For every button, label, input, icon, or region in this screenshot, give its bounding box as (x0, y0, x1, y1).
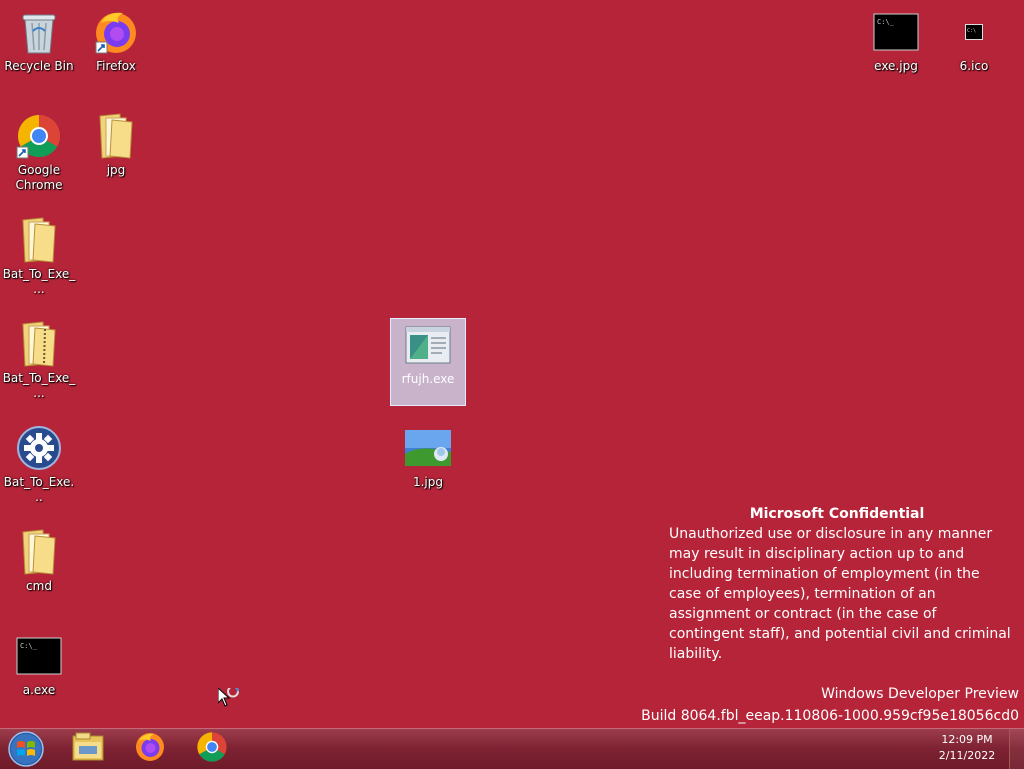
icon-label: exe.jpg (874, 59, 918, 73)
taskbar: 12:09 PM 2/11/2022 (0, 728, 1024, 769)
desktop-icon-exe-jpg[interactable]: C:\_ exe.jpg (858, 6, 934, 94)
zip-folder-icon (15, 320, 63, 368)
icon-label: jpg (106, 163, 126, 177)
watermark-title: Microsoft Confidential (749, 506, 925, 522)
icon-label: Bat_To_Exe_... (2, 371, 76, 400)
taskbar-file-explorer[interactable] (62, 731, 114, 767)
firefox-icon (134, 731, 166, 767)
show-desktop-button[interactable] (1009, 729, 1024, 769)
desktop-icon-bat-to-exe-zip[interactable]: Bat_To_Exe_... (1, 318, 77, 406)
icon-label: Bat_To_Exe_... (2, 267, 76, 296)
icon-label: Google Chrome (15, 163, 63, 192)
icon-label: a.exe (22, 683, 56, 697)
gear-icon (15, 424, 63, 472)
clock-time: 12:09 PM (941, 733, 993, 746)
taskbar-chrome[interactable] (186, 731, 238, 767)
desktop-icon-bat-to-exe-app[interactable]: Bat_To_Exe... (1, 422, 77, 510)
desktop-icon-recycle-bin[interactable]: Recycle Bin (1, 6, 77, 94)
image-icon (404, 424, 452, 472)
icon-label: 1.jpg (412, 475, 444, 489)
svg-text:C:\: C:\ (967, 28, 976, 34)
icon-label: Recycle Bin (4, 59, 74, 73)
desktop-icon-firefox[interactable]: Firefox (78, 6, 154, 94)
recycle-bin-icon (15, 8, 63, 56)
icon-label: Firefox (96, 59, 136, 73)
watermark-build: Build 8064.fbl_eeap.110806-1000.959cf95e… (641, 708, 1019, 724)
desktop-icon-google-chrome[interactable]: Google Chrome (1, 110, 77, 198)
folder-icon (15, 216, 63, 264)
desktop-icon-rfujh-exe[interactable]: rfujh.exe (390, 318, 466, 406)
folder-icon (92, 112, 140, 160)
chrome-icon (15, 112, 63, 160)
icon-label: cmd (26, 579, 52, 593)
watermark-body: Unauthorized use or disclosure in any ma… (669, 526, 1011, 662)
taskbar-firefox[interactable] (124, 731, 176, 767)
console-icon: C:\_ (15, 632, 63, 680)
svg-text:C:\_: C:\_ (20, 642, 38, 650)
icon-label: rfujh.exe (401, 372, 455, 386)
console-image-icon: C:\_ (872, 8, 920, 56)
desktop-icon-1-jpg[interactable]: 1.jpg (390, 422, 466, 510)
chrome-icon (196, 731, 228, 767)
watermark-edition: Windows Developer Preview (821, 686, 1019, 702)
file-explorer-icon (71, 732, 105, 766)
desktop-icon-bat-to-exe-folder[interactable]: Bat_To_Exe_... (1, 214, 77, 302)
icon-label: Bat_To_Exe... (3, 475, 75, 504)
busy-cursor-icon (217, 685, 244, 714)
firefox-icon (92, 8, 140, 56)
svg-text:C:\_: C:\_ (877, 18, 895, 26)
desktop-icon-cmd-folder[interactable]: cmd (1, 526, 77, 614)
console-small-icon: C:\ (950, 8, 998, 56)
folder-icon (15, 528, 63, 576)
desktop-icon-6-ico[interactable]: C:\ 6.ico (936, 6, 1012, 94)
desktop-icon-jpg-folder[interactable]: jpg (78, 110, 154, 198)
clock-date: 2/11/2022 (938, 749, 996, 762)
exe-icon (404, 321, 452, 369)
start-orb-icon[interactable] (6, 731, 46, 767)
taskbar-clock[interactable]: 12:09 PM 2/11/2022 (932, 732, 1002, 764)
desktop-icon-a-exe[interactable]: C:\_ a.exe (1, 630, 77, 718)
desktop[interactable]: Recycle Bin Firefox C:\_ exe.jpg C:\ 6.i… (0, 0, 1024, 728)
icon-label: 6.ico (959, 59, 989, 73)
